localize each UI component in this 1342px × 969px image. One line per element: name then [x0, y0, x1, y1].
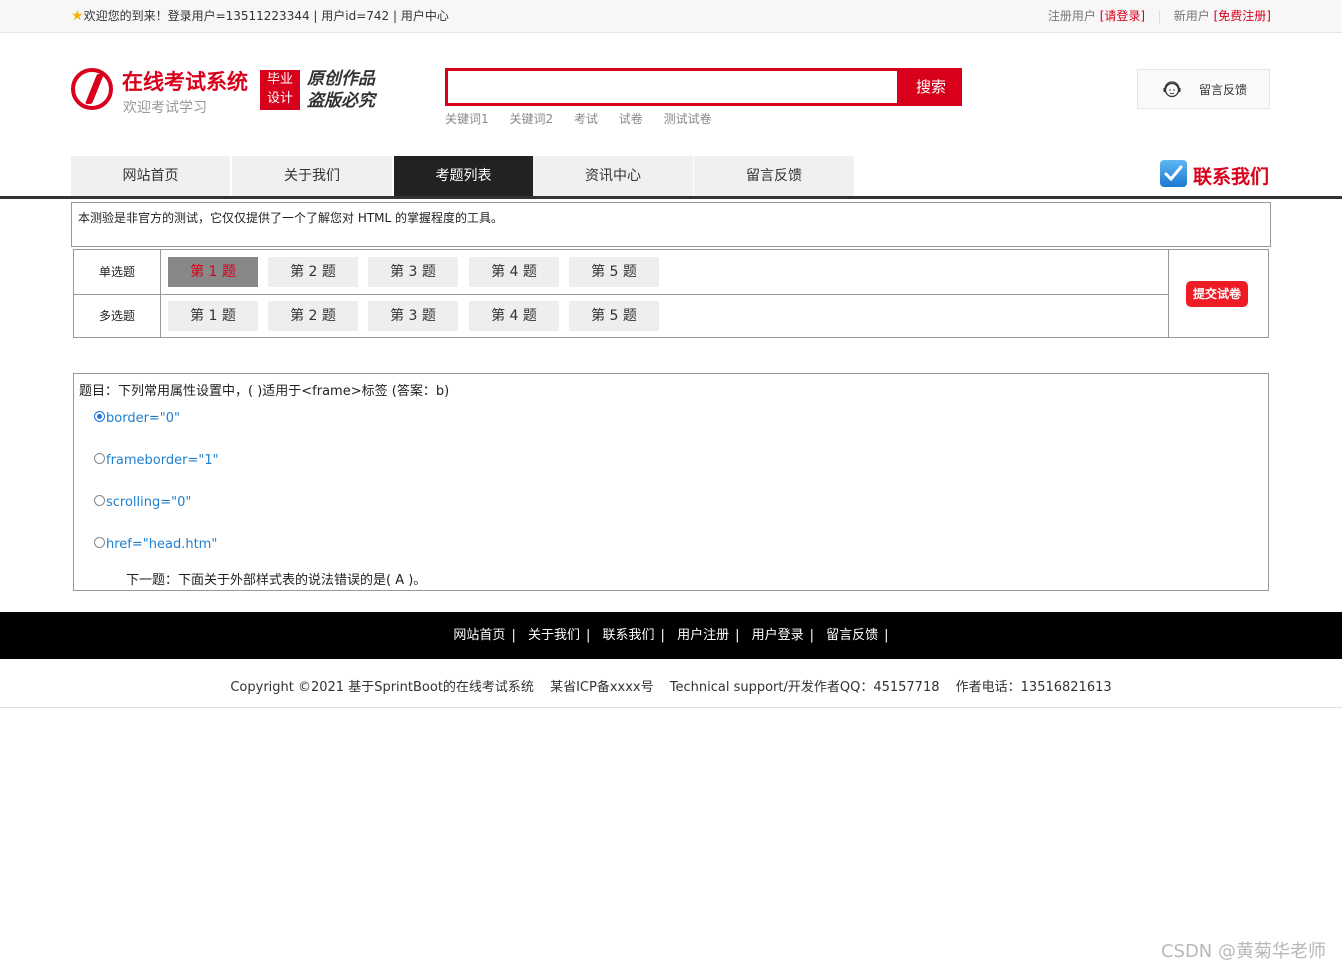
hot-word[interactable]: 关键词2 [509, 112, 553, 126]
copyright-text: Copyright ©2021 基于SprintBoot的在线考试系统 [230, 680, 534, 695]
multi-question-4[interactable]: 第 4 题 [469, 301, 559, 331]
single-question-3[interactable]: 第 3 题 [368, 257, 458, 287]
multi-question-5[interactable]: 第 5 题 [569, 301, 659, 331]
register-label: 注册用户 [1047, 9, 1096, 23]
option-text: href="head.htm" [106, 537, 218, 552]
hot-word[interactable]: 试卷 [619, 112, 643, 126]
top-bar: ★欢迎您的到来！登录用户=13511223344 | 用户id=742 | 用户… [0, 0, 1342, 33]
hot-words: 关键词1 关键词2 考试 试卷 测试试卷 [445, 110, 729, 127]
footer-link-about[interactable]: 关于我们 [528, 628, 580, 643]
graduation-badge: 毕业 设计 [260, 70, 300, 110]
footer-link-register[interactable]: 用户注册 [677, 628, 729, 643]
single-choice-label: 单选题 [74, 250, 161, 294]
welcome-area: ★欢迎您的到来！登录用户=13511223344 | 用户id=742 | 用户… [71, 7, 449, 24]
single-question-2[interactable]: 第 2 题 [268, 257, 358, 287]
hot-word[interactable]: 测试试卷 [664, 112, 712, 126]
single-question-4[interactable]: 第 4 题 [469, 257, 559, 287]
nav-item-feedback[interactable]: 留言反馈 [694, 156, 854, 196]
nav-item-exam-list[interactable]: 考题列表 [394, 156, 533, 196]
footer-nav-bar: 网站首页 | 关于我们 | 联系我们 | 用户注册 | 用户登录 | 留言反馈 | [0, 612, 1342, 659]
footer-link-home[interactable]: 网站首页 [453, 628, 505, 643]
contact-us-label: 联系我们 [1193, 166, 1270, 188]
divider [1158, 9, 1160, 24]
hot-word[interactable]: 关键词1 [445, 112, 489, 126]
footer-links: 网站首页 | 关于我们 | 联系我们 | 用户注册 | 用户登录 | 留言反馈 | [453, 628, 889, 643]
slogan-line-2: 盗版必究 [307, 91, 375, 111]
logo-title: 在线考试系统 [122, 70, 248, 94]
option-c[interactable]: scrolling="0" [94, 495, 191, 510]
hot-word[interactable]: 考试 [574, 112, 598, 126]
option-b[interactable]: frameborder="1" [94, 453, 219, 468]
exam-notice: 本测验是非官方的测试，它仅仅提供了一个了解您对 HTML 的掌握程度的工具。 [71, 202, 1271, 247]
logo-icon[interactable] [71, 68, 113, 110]
watermark: CSDN @黄菊华老师 [1160, 941, 1326, 962]
signup-link[interactable]: [免费注册] [1214, 9, 1271, 23]
badge-line-2: 设计 [266, 91, 293, 106]
question-navigator: 单选题 第 1 题 第 2 题 第 3 题 第 4 题 第 5 题 多选题 第 … [73, 249, 1269, 338]
nav-item-about[interactable]: 关于我们 [232, 156, 392, 196]
multi-choice-row: 多选题 第 1 题 第 2 题 第 3 题 第 4 题 第 5 题 [74, 294, 1168, 338]
next-question-link[interactable]: 下一题：下面关于外部样式表的说法错误的是( A )。 [126, 569, 426, 588]
icp-text: 某省ICP备xxxx号 [550, 680, 654, 695]
option-d[interactable]: href="head.htm" [94, 537, 217, 552]
slogan-line-1: 原创作品 [307, 69, 375, 89]
badge-line-1: 毕业 [266, 72, 293, 87]
feedback-label: 留言反馈 [1199, 83, 1248, 97]
radio-button[interactable] [94, 495, 105, 506]
copyright-line: Copyright ©2021 基于SprintBoot的在线考试系统 某省IC… [0, 676, 1342, 695]
radio-button[interactable] [94, 537, 105, 548]
customer-service-icon [1163, 81, 1181, 98]
question-title: 题目：下列常用属性设置中，( )适用于<frame>标签 (答案：b) [79, 384, 450, 399]
multi-question-2[interactable]: 第 2 题 [268, 301, 358, 331]
logo-subtitle: 欢迎考试学习 [123, 100, 207, 116]
account-links: 注册用户 [请登录] 新用户 [免费注册] [1048, 7, 1271, 24]
multi-question-3[interactable]: 第 3 题 [368, 301, 458, 331]
option-text: scrolling="0" [106, 495, 192, 510]
submit-exam-button[interactable]: 提交试卷 [1186, 281, 1248, 307]
star-icon: ★ [71, 8, 84, 24]
search-button[interactable]: 搜索 [900, 68, 962, 106]
footer-link-contact[interactable]: 联系我们 [603, 628, 655, 643]
slogan: 原创作品 盗版必究 [307, 68, 375, 112]
phone-text: 作者电话：13516821613 [955, 680, 1112, 695]
option-text: border="0" [106, 411, 181, 426]
multi-question-1[interactable]: 第 1 题 [168, 301, 258, 331]
feedback-button[interactable]: 留言反馈 [1137, 69, 1270, 109]
radio-button[interactable] [94, 453, 105, 464]
footer-link-login[interactable]: 用户登录 [752, 628, 804, 643]
login-link[interactable]: [请登录] [1100, 9, 1145, 23]
support-text: Technical support/开发作者QQ：45157718 [669, 680, 940, 695]
footer-link-feedback[interactable]: 留言反馈 [826, 628, 878, 643]
option-a[interactable]: border="0" [94, 411, 180, 426]
single-question-5[interactable]: 第 5 题 [569, 257, 659, 287]
radio-button[interactable] [94, 411, 105, 422]
nav-divider [0, 196, 1342, 199]
welcome-text: 欢迎您的到来！登录用户=13511223344 | 用户id=742 | 用户中… [83, 9, 449, 23]
single-choice-row: 单选题 第 1 题 第 2 题 第 3 题 第 4 题 第 5 题 [74, 250, 1168, 295]
new-user-label: 新用户 [1173, 9, 1210, 23]
search-input[interactable] [445, 68, 900, 106]
checkmark-icon [1160, 160, 1187, 187]
question-panel: 题目：下列常用属性设置中，( )适用于<frame>标签 (答案：b) bord… [73, 373, 1269, 591]
footer-divider [0, 707, 1342, 708]
nav-item-news[interactable]: 资讯中心 [533, 156, 693, 196]
option-text: frameborder="1" [106, 453, 219, 468]
submit-cell: 提交试卷 [1168, 250, 1269, 337]
single-question-1[interactable]: 第 1 题 [168, 257, 258, 287]
nav-item-home[interactable]: 网站首页 [71, 156, 230, 196]
multi-choice-label: 多选题 [74, 294, 161, 338]
